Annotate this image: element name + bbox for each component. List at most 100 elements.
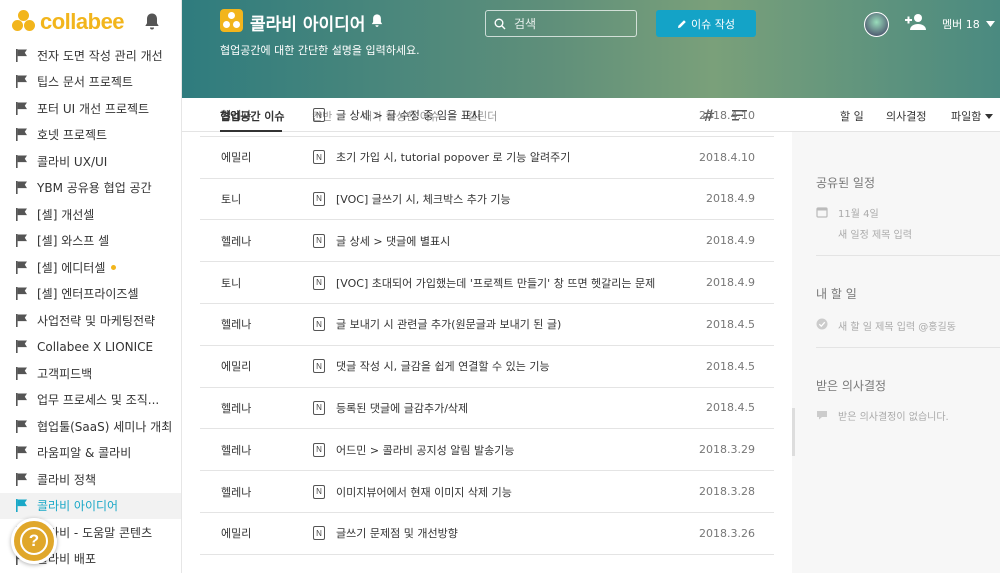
flag-icon (16, 366, 27, 380)
issue-row[interactable]: 에밀리 N 글쓰기 문제점 및 개선방향 2018.3.26 (200, 513, 774, 555)
sidebar-item-label: 사업전략 및 마케팅전략 (37, 313, 156, 328)
issue-row[interactable]: 에밀리 N 초기 가입 시, tutorial popover 로 기능 알려주기 2… (200, 137, 774, 179)
tab-files-label: 파일함 (951, 110, 982, 123)
sidebar-item[interactable]: [셀] 개선셀 (0, 201, 181, 228)
issue-date: 2018.4.10 (699, 108, 755, 122)
issue-author: 헬레나 (221, 109, 252, 123)
issue-row[interactable]: 헬레나 N 글 상세 > 글 수정 중 임을 표시 2018.4.10 (200, 95, 774, 137)
flag-icon (16, 154, 27, 168)
calendar-icon (816, 207, 828, 218)
issue-row[interactable]: 헬레나 N 글 보내기 시 관련글 추가(원문글과 보내기 된 글) 2018.4.5 (200, 304, 774, 346)
note-icon: N (313, 484, 325, 499)
sidebar-item[interactable]: [셀] 엔터프라이즈셀 (0, 281, 181, 308)
issue-date: 2018.4.9 (706, 234, 755, 248)
issue-date: 2018.4.5 (706, 359, 755, 373)
schedule-date[interactable]: 11월 4일 (838, 205, 879, 220)
add-user-icon[interactable] (904, 13, 928, 31)
scrollbar[interactable] (792, 408, 795, 456)
flag-icon (16, 313, 27, 327)
help-button[interactable]: ? (11, 518, 57, 564)
note-icon: N (313, 150, 325, 165)
sidebar-item[interactable]: YBM 공유용 협업 공간 (0, 175, 181, 202)
collabee-logo-icon (12, 10, 36, 34)
sidebar-item[interactable]: [셀] 와스프 셀 (0, 228, 181, 255)
issue-row[interactable]: 헬레나 N 어드민 > 콜라비 공지성 알림 발송기능 2018.3.29 (200, 429, 774, 472)
issue-row[interactable]: 에밀리 N 댓글 작성 시, 글감을 쉽게 연결할 수 있는 기능 2018.4.5 (200, 346, 774, 388)
issue-author: 헬레나 (221, 318, 252, 332)
sidebar-item[interactable]: 호넷 프로젝트 (0, 122, 181, 149)
issue-title[interactable]: 어드민 > 콜라비 공지성 알림 발송기능 (336, 442, 515, 458)
sidebar: collabee 전자 도면 작성 관리 개선 팁스 문서 프로젝트 포터 UI 개… (0, 0, 182, 573)
issue-date: 2018.4.5 (706, 401, 755, 415)
sidebar-item-label: 콜라비 UX/UI (37, 154, 108, 169)
sidebar-item[interactable]: 팁스 문서 프로젝트 (0, 69, 181, 96)
flag-icon (16, 260, 27, 274)
issue-title[interactable]: 이미지뷰어에서 현재 이미지 삭제 기능 (336, 484, 512, 500)
sidebar-item[interactable]: 협업툴(SaaS) 세미나 개최 (0, 413, 181, 440)
issue-title[interactable]: [VOC] 초대되어 가입했는데 '프로젝트 만들기' 창 뜨면 헷갈리는 문제 (336, 275, 655, 291)
new-issue-button[interactable]: 이슈 작성 (656, 10, 756, 37)
note-icon: N (313, 108, 325, 123)
sidebar-item[interactable]: 고객피드백 (0, 360, 181, 387)
bell-icon[interactable] (143, 12, 161, 32)
workspace-description[interactable]: 협업공간에 대한 간단한 설명을 입력하세요. (220, 42, 420, 58)
note-icon: N (313, 442, 325, 457)
issue-author: 헬레나 (221, 485, 252, 499)
sidebar-item[interactable]: [셀] 에디터셀 (0, 254, 181, 281)
sidebar-item-label: YBM 공유용 협업 공간 (37, 181, 152, 196)
chevron-down-icon (985, 21, 995, 27)
flag-icon (16, 207, 27, 221)
tab-files[interactable]: 파일함 (951, 108, 994, 124)
issue-title[interactable]: 댓글 작성 시, 글감을 쉽게 연결할 수 있는 기능 (336, 358, 550, 374)
issue-title[interactable]: 초기 가입 시, tutorial popover 로 기능 알려주기 (336, 149, 570, 165)
sidebar-item[interactable]: 콜라비 아이디어 (0, 492, 181, 519)
issue-title[interactable]: 등록된 댓글에 글감추가/삭제 (336, 400, 468, 416)
members-dropdown[interactable]: 멤버 18 (942, 16, 995, 32)
workspace-bell-icon[interactable] (370, 13, 384, 29)
issue-row[interactable]: 헬레나 N 글 상세 > 댓글에 별표시 2018.4.9 (200, 220, 774, 263)
issue-author: 에밀리 (221, 527, 252, 541)
note-icon: N (313, 359, 325, 374)
logo[interactable]: collabee (0, 0, 181, 44)
sidebar-item[interactable]: 사업전략 및 마케팅전략 (0, 307, 181, 334)
issue-date: 2018.4.10 (699, 150, 755, 164)
logo-text: collabee (40, 9, 125, 34)
issue-title[interactable]: [VOC] 글쓰기 시, 체크박스 추가 기능 (336, 191, 511, 207)
sidebar-item[interactable]: 라움피알 & 콜라비 (0, 440, 181, 467)
issue-date: 2018.4.9 (706, 192, 755, 206)
issue-row[interactable]: 토니 N [VOC] 초대되어 가입했는데 '프로젝트 만들기' 창 뜨면 헷갈리는… (200, 262, 774, 304)
issue-row[interactable]: 헬레나 N 등록된 댓글에 글감추가/삭제 2018.4.5 (200, 388, 774, 430)
sidebar-item[interactable]: 포터 UI 개선 프로젝트 (0, 95, 181, 122)
sidebar-item[interactable]: 전자 도면 작성 관리 개선 (0, 42, 181, 69)
issue-date: 2018.4.9 (706, 276, 755, 290)
sidebar-item[interactable]: Collabee X LIONICE (0, 334, 181, 361)
sidebar-workspace-list: 전자 도면 작성 관리 개선 팁스 문서 프로젝트 포터 UI 개선 프로젝트 호넷 … (0, 42, 181, 572)
avatar[interactable] (864, 12, 889, 37)
sidebar-item-label: Collabee X LIONICE (37, 339, 154, 354)
issue-title[interactable]: 글 상세 > 댓글에 별표시 (336, 233, 450, 249)
todo-input[interactable]: 새 할 일 제목 입력 @홍길동 (838, 318, 956, 333)
search-input[interactable]: 검색 (485, 10, 637, 37)
issue-title[interactable]: 글 상세 > 글 수정 중 임을 표시 (336, 107, 481, 123)
issue-date: 2018.4.5 (706, 317, 755, 331)
sidebar-item[interactable]: 콜라비 정책 (0, 466, 181, 493)
note-icon: N (313, 400, 325, 415)
divider (816, 255, 1000, 256)
tab-todo[interactable]: 할 일 (840, 108, 864, 124)
sidebar-item[interactable]: 콜라비 UX/UI (0, 148, 181, 175)
flag-icon (16, 472, 27, 486)
right-panel: 공유된 일정 11월 4일 새 일정 제목 입력 내 할 일 새 할 일 제목 … (792, 132, 1000, 573)
schedule-title-input[interactable]: 새 일정 제목 입력 (838, 226, 912, 241)
flag-icon (16, 48, 27, 62)
issue-title[interactable]: 글쓰기 문제점 및 개선방향 (336, 525, 458, 541)
issue-author: 에밀리 (221, 360, 252, 374)
issue-row[interactable]: 헬레나 N 이미지뷰어에서 현재 이미지 삭제 기능 2018.3.28 (200, 471, 774, 513)
sidebar-item[interactable]: 업무 프로세스 및 조직... (0, 387, 181, 414)
tab-decisions[interactable]: 의사결정 (886, 108, 926, 124)
issue-author: 헬레나 (221, 443, 252, 457)
decision-icon (817, 411, 827, 420)
issue-author: 에밀리 (221, 151, 252, 165)
sidebar-item-label: 협업툴(SaaS) 세미나 개최 (37, 419, 173, 434)
issue-title[interactable]: 글 보내기 시 관련글 추가(원문글과 보내기 된 글) (336, 316, 561, 332)
issue-row[interactable]: 토니 N [VOC] 글쓰기 시, 체크박스 추가 기능 2018.4.9 (200, 179, 774, 221)
